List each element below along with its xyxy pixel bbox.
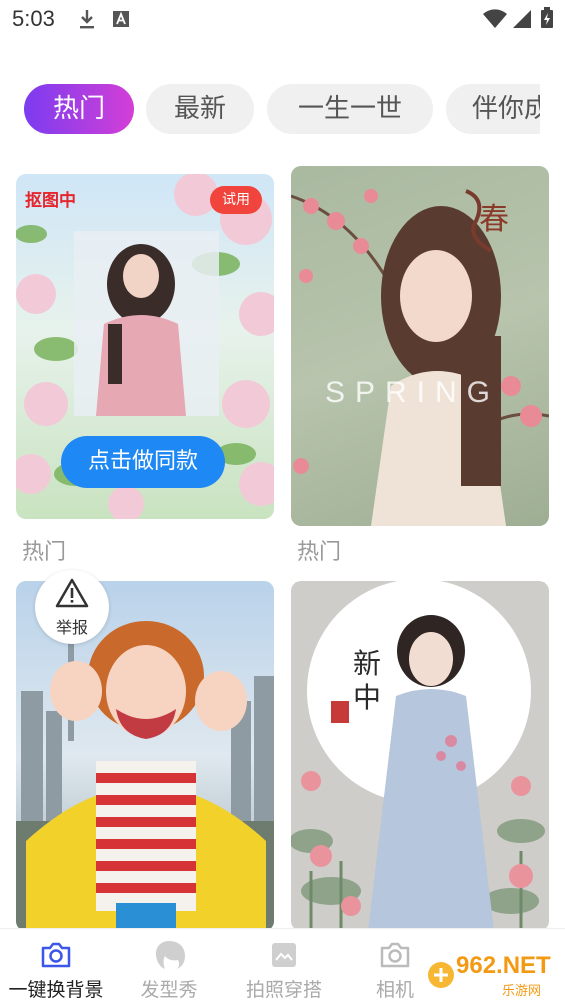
tab-accompany[interactable]: 伴你成 <box>446 84 540 134</box>
photo-icon <box>270 941 298 973</box>
nav-change-background[interactable]: 一键换背景 <box>0 929 112 1004</box>
make-same-label: 点击做同款 <box>87 449 198 474</box>
status-time: 5:03 <box>12 6 55 31</box>
template-card-2[interactable]: SPRING 春 <box>291 166 549 526</box>
template-card-1[interactable]: 抠图中 试用 点击做同款 <box>16 174 274 519</box>
watermark-sub-text: 乐游网 <box>502 984 542 999</box>
tab-lifetime[interactable]: 一生一世 <box>267 84 433 134</box>
nav-camera[interactable]: 相机 <box>360 929 430 1004</box>
card-2-artwork <box>291 189 549 526</box>
tab-latest-label: 最新 <box>173 94 226 124</box>
site-watermark: 962.NET 乐游网 <box>424 950 562 1000</box>
signal-icon <box>512 9 532 33</box>
watermark-main-text: 962.NET <box>456 952 551 979</box>
watermark-logo-icon <box>428 962 454 988</box>
cutout-status-badge: 抠图中 <box>25 191 76 211</box>
nav-change-background-label: 一键换背景 <box>8 979 104 1001</box>
report-button[interactable]: 举报 <box>35 570 109 644</box>
new-chinese-calligraphy: 新中 <box>353 647 382 714</box>
tab-hot-label: 热门 <box>52 94 105 124</box>
nav-hairstyle[interactable]: 发型秀 <box>128 929 210 1004</box>
hair-icon <box>152 939 186 975</box>
card-2-label: 热门 <box>297 540 342 565</box>
spring-calligraphy: 春 <box>479 202 509 237</box>
battery-icon <box>540 7 554 33</box>
warning-icon <box>55 578 89 608</box>
tab-hot[interactable]: 热门 <box>24 84 134 134</box>
card-1-label: 热门 <box>22 540 67 565</box>
report-label: 举报 <box>55 618 88 637</box>
camera-icon <box>40 941 72 973</box>
download-icon <box>78 8 96 34</box>
app-notification-icon <box>112 8 130 34</box>
category-tabs: 热门 最新 一生一世 伴你成 <box>24 84 540 136</box>
tab-lifetime-label: 一生一世 <box>297 94 402 124</box>
camera-icon <box>379 941 411 973</box>
nav-outfit[interactable]: 拍照穿搭 <box>236 929 332 1004</box>
tab-latest[interactable]: 最新 <box>146 84 254 134</box>
nav-camera-label: 相机 <box>375 979 414 1001</box>
nav-outfit-label: 拍照穿搭 <box>245 979 322 1001</box>
card-4-artwork <box>291 581 545 931</box>
trial-badge: 试用 <box>210 186 262 214</box>
status-bar: 5:03 <box>0 0 565 40</box>
wifi-icon <box>482 9 508 33</box>
tab-accompany-label: 伴你成 <box>472 94 540 124</box>
spring-overlay-text: SPRING <box>325 376 501 409</box>
nav-hairstyle-label: 发型秀 <box>140 979 198 1001</box>
make-same-button[interactable]: 点击做同款 <box>61 436 225 488</box>
template-card-4[interactable]: 新中 <box>291 581 549 931</box>
